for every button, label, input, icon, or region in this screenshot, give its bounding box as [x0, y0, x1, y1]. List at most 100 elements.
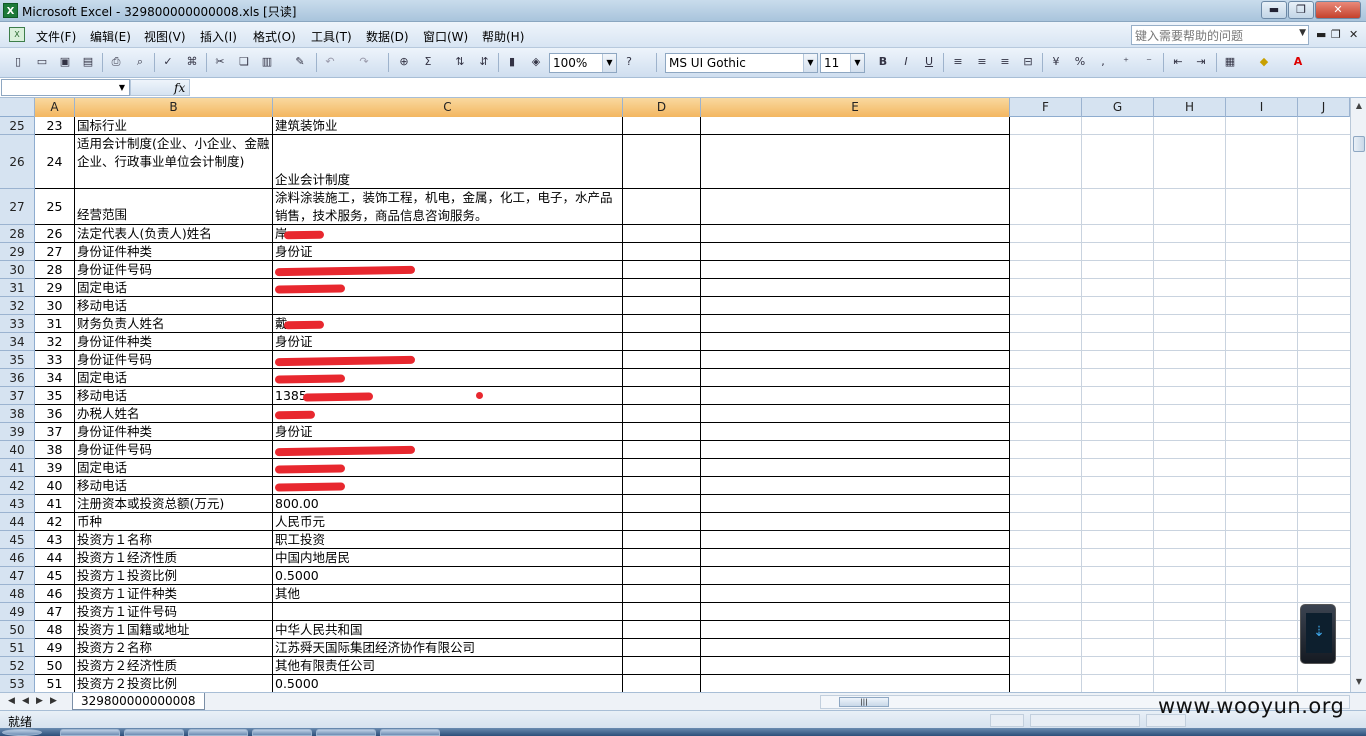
empty-cell[interactable]	[1226, 639, 1298, 657]
empty-cell[interactable]	[1226, 369, 1298, 387]
cell-c[interactable]: 0.5000	[273, 567, 623, 585]
empty-cell[interactable]	[1226, 621, 1298, 639]
cell-c[interactable]	[273, 369, 623, 387]
empty-cell[interactable]	[1082, 531, 1154, 549]
row-header[interactable]: 26	[0, 135, 35, 189]
last-sheet-icon[interactable]: ▶	[50, 696, 57, 706]
empty-cell[interactable]	[1298, 531, 1350, 549]
empty-cell[interactable]	[1082, 567, 1154, 585]
empty-cell[interactable]	[1226, 603, 1298, 621]
open-icon[interactable]: ▭	[34, 54, 50, 70]
insert-function-icon[interactable]: fx	[174, 81, 185, 95]
cell-d[interactable]	[623, 423, 701, 441]
start-button[interactable]	[2, 729, 42, 736]
empty-cell[interactable]	[1010, 351, 1082, 369]
empty-cell[interactable]	[1298, 135, 1350, 189]
empty-cell[interactable]	[1154, 621, 1226, 639]
chart-wizard-icon[interactable]: ▮	[504, 54, 520, 70]
empty-cell[interactable]	[1298, 459, 1350, 477]
cell-c[interactable]: 建筑装饰业	[273, 117, 623, 135]
empty-cell[interactable]	[1082, 279, 1154, 297]
cell-a[interactable]: 49	[35, 639, 75, 657]
row-header[interactable]: 31	[0, 279, 35, 297]
cell-b[interactable]: 注册资本或投资总额(万元)	[75, 495, 273, 513]
column-header-h[interactable]: H	[1154, 98, 1226, 117]
cell-a[interactable]: 44	[35, 549, 75, 567]
italic-icon[interactable]: I	[898, 54, 914, 70]
empty-cell[interactable]	[1298, 423, 1350, 441]
menu-data[interactable]: 数据(D)	[366, 28, 409, 45]
doc-close-icon[interactable]: ✕	[1349, 28, 1358, 41]
empty-cell[interactable]	[1226, 279, 1298, 297]
row-header[interactable]: 46	[0, 549, 35, 567]
cell-e[interactable]	[701, 477, 1010, 495]
cell-d[interactable]	[623, 657, 701, 675]
row-header[interactable]: 50	[0, 621, 35, 639]
name-box[interactable]: ▼	[1, 79, 130, 96]
empty-cell[interactable]	[1154, 441, 1226, 459]
cell-b[interactable]: 身份证件号码	[75, 261, 273, 279]
row-header[interactable]: 47	[0, 567, 35, 585]
row-header[interactable]: 43	[0, 495, 35, 513]
row-header[interactable]: 30	[0, 261, 35, 279]
cell-a[interactable]: 27	[35, 243, 75, 261]
empty-cell[interactable]	[1154, 531, 1226, 549]
row-header[interactable]: 28	[0, 225, 35, 243]
empty-cell[interactable]	[1226, 477, 1298, 495]
empty-cell[interactable]	[1298, 495, 1350, 513]
cell-e[interactable]	[701, 639, 1010, 657]
cell-a[interactable]: 23	[35, 117, 75, 135]
cell-c[interactable]	[273, 297, 623, 315]
cell-c[interactable]: 其他有限责任公司	[273, 657, 623, 675]
column-header-g[interactable]: G	[1082, 98, 1154, 117]
cell-e[interactable]	[701, 513, 1010, 531]
row-header[interactable]: 29	[0, 243, 35, 261]
column-header-e[interactable]: E	[701, 98, 1010, 117]
comma-icon[interactable]: ,	[1095, 54, 1111, 70]
cell-a[interactable]: 36	[35, 405, 75, 423]
chevron-down-icon[interactable]: ▼	[602, 54, 616, 72]
empty-cell[interactable]	[1010, 261, 1082, 279]
empty-cell[interactable]	[1154, 639, 1226, 657]
empty-cell[interactable]	[1298, 315, 1350, 333]
empty-cell[interactable]	[1010, 279, 1082, 297]
cell-b[interactable]: 身份证件种类	[75, 423, 273, 441]
cell-c[interactable]: 岸	[273, 225, 623, 243]
excel-app-icon[interactable]: X	[3, 3, 18, 18]
sort-ascending-icon[interactable]: ⇅	[452, 54, 468, 70]
paste-icon[interactable]: ▥	[259, 54, 275, 70]
mobile-device-icon[interactable]: ⇣	[1300, 604, 1336, 664]
cell-c[interactable]: 800.00	[273, 495, 623, 513]
cell-b[interactable]: 投资方２名称	[75, 639, 273, 657]
empty-cell[interactable]	[1226, 585, 1298, 603]
empty-cell[interactable]	[1154, 657, 1226, 675]
cell-b[interactable]: 身份证件种类	[75, 333, 273, 351]
cell-a[interactable]: 37	[35, 423, 75, 441]
first-sheet-icon[interactable]: ◀	[8, 696, 15, 706]
underline-icon[interactable]: U	[921, 54, 937, 70]
row-header[interactable]: 32	[0, 297, 35, 315]
bold-icon[interactable]: B	[875, 54, 891, 70]
prev-sheet-icon[interactable]: ◀	[22, 696, 29, 706]
font-name-select[interactable]: MS UI Gothic ▼	[665, 53, 818, 73]
empty-cell[interactable]	[1226, 297, 1298, 315]
menu-insert[interactable]: 插入(I)	[200, 28, 237, 45]
cell-d[interactable]	[623, 351, 701, 369]
cell-b[interactable]: 投资方１证件种类	[75, 585, 273, 603]
empty-cell[interactable]	[1226, 441, 1298, 459]
empty-cell[interactable]	[1298, 369, 1350, 387]
cell-a[interactable]: 42	[35, 513, 75, 531]
row-header[interactable]: 27	[0, 189, 35, 225]
cell-d[interactable]	[623, 459, 701, 477]
empty-cell[interactable]	[1226, 675, 1298, 692]
empty-cell[interactable]	[1082, 333, 1154, 351]
cell-a[interactable]: 41	[35, 495, 75, 513]
cell-d[interactable]	[623, 477, 701, 495]
empty-cell[interactable]	[1226, 567, 1298, 585]
cell-b[interactable]: 身份证件号码	[75, 441, 273, 459]
empty-cell[interactable]	[1154, 225, 1226, 243]
cell-e[interactable]	[701, 585, 1010, 603]
empty-cell[interactable]	[1154, 135, 1226, 189]
fill-color-icon[interactable]: ◆	[1256, 54, 1272, 70]
cell-d[interactable]	[623, 297, 701, 315]
